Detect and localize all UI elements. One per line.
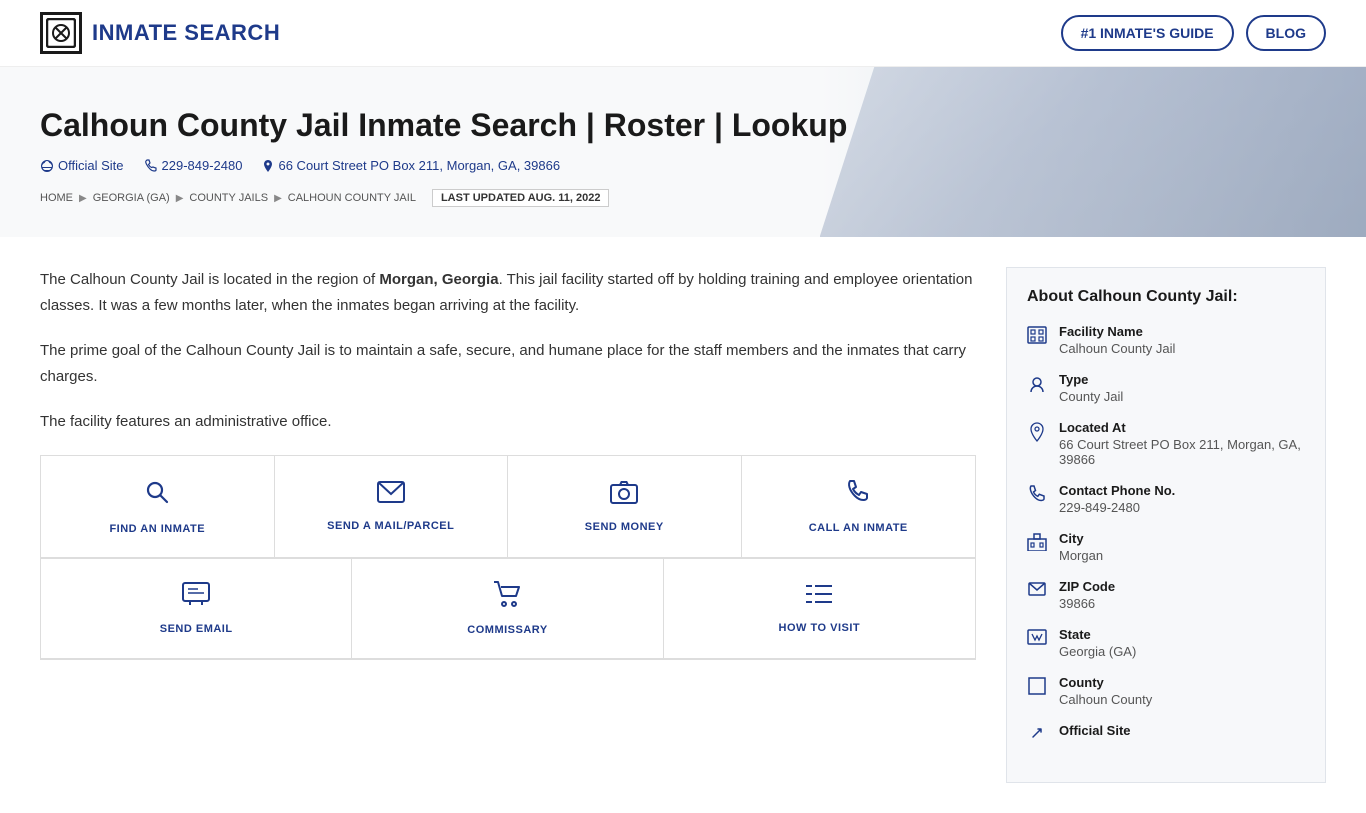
located-at-value: 66 Court Street PO Box 211, Morgan, GA, … [1059,437,1305,467]
phone-link[interactable]: 229-849-2480 [144,158,243,173]
send-email-action[interactable]: SEND EMAIL [41,559,352,659]
facility-name-value: Calhoun County Jail [1059,341,1175,356]
official-site-sidebar-label: Official Site [1059,723,1131,738]
mail-icon [377,481,405,510]
contact-phone-row: Contact Phone No. 229-849-2480 [1027,483,1305,515]
breadcrumb-sep-2: ▶ [176,193,184,204]
city-icon [1027,533,1047,556]
logo-text: INMATE SEARCH [92,20,280,46]
inmates-guide-button[interactable]: #1 INMATE'S GUIDE [1061,15,1234,51]
list-icon [806,583,832,612]
find-inmate-action[interactable]: FIND AN INMATE [41,456,275,558]
address-text: 66 Court Street PO Box 211, Morgan, GA, … [278,158,560,173]
breadcrumb-sep-3: ▶ [274,193,282,204]
action-grid-row1: FIND AN INMATE SEND A MAIL/PARCEL [40,455,976,559]
phone-number: 229-849-2480 [162,158,243,173]
send-email-label: SEND EMAIL [160,623,233,635]
type-label: Type [1059,372,1123,387]
header: INMATE SEARCH #1 INMATE'S GUIDE BLOG [0,0,1366,67]
city-value: Morgan [1059,548,1103,563]
type-row: Type County Jail [1027,372,1305,404]
camera-icon [610,480,638,511]
city-row: City Morgan [1027,531,1305,563]
city-label: City [1059,531,1103,546]
address-item: 66 Court Street PO Box 211, Morgan, GA, … [262,158,560,173]
official-site-row: Official Site [1027,723,1305,746]
facility-name-row: Facility Name Calhoun County Jail [1027,324,1305,356]
contact-phone-icon [1027,485,1047,508]
breadcrumb-county-jails[interactable]: COUNTY JAILS [189,192,268,204]
how-to-visit-label: HOW TO VISIT [779,622,861,634]
description: The Calhoun County Jail is located in th… [40,267,976,435]
how-to-visit-action[interactable]: HOW TO VISIT [664,559,975,659]
paragraph-3: The facility features an administrative … [40,409,976,435]
paragraph-2: The prime goal of the Calhoun County Jai… [40,338,976,389]
breadcrumb-home[interactable]: HOME [40,192,73,204]
county-label: County [1059,675,1152,690]
message-icon [182,582,210,613]
search-icon [143,478,171,513]
breadcrumb: HOME ▶ GEORGIA (GA) ▶ COUNTY JAILS ▶ CAL… [40,189,1326,207]
send-mail-action[interactable]: SEND A MAIL/PARCEL [275,456,509,558]
send-money-action[interactable]: SEND MONEY [508,456,742,558]
header-nav: #1 INMATE'S GUIDE BLOG [1061,15,1326,51]
main-container: The Calhoun County Jail is located in th… [0,237,1366,813]
find-inmate-label: FIND AN INMATE [109,523,205,535]
hero-meta: Official Site 229-849-2480 66 Court Stre… [40,158,1326,173]
zip-label: ZIP Code [1059,579,1115,594]
official-site-icon [1027,725,1047,746]
type-value: County Jail [1059,389,1123,404]
breadcrumb-current: CALHOUN COUNTY JAIL [288,192,416,204]
located-at-label: Located At [1059,420,1305,435]
commissary-action[interactable]: COMMISSARY [352,559,663,659]
county-value: Calhoun County [1059,692,1152,707]
zip-value: 39866 [1059,596,1115,611]
about-title: About Calhoun County Jail: [1027,288,1305,306]
state-label: State [1059,627,1136,642]
hero-background [820,67,1366,237]
official-site-label: Official Site [58,158,124,173]
official-site-link[interactable]: Official Site [40,158,124,173]
state-icon [1027,629,1047,650]
logo-link[interactable]: INMATE SEARCH [40,12,280,54]
contact-phone-value: 229-849-2480 [1059,500,1175,515]
state-row: State Georgia (GA) [1027,627,1305,659]
facility-icon [1027,326,1047,349]
send-money-label: SEND MONEY [585,521,664,533]
phone-icon [845,479,871,512]
call-inmate-action[interactable]: CALL AN INMATE [742,456,976,558]
location-icon [1027,422,1047,447]
facility-name-label: Facility Name [1059,324,1175,339]
type-icon [1027,374,1047,399]
hero-section: Calhoun County Jail Inmate Search | Rost… [0,67,1366,237]
contact-phone-label: Contact Phone No. [1059,483,1175,498]
content-area: The Calhoun County Jail is located in th… [40,267,976,783]
zip-icon [1027,581,1047,602]
county-icon [1027,677,1047,700]
action-grid-row2: SEND EMAIL COMMISSARY [40,559,976,660]
commissary-label: COMMISSARY [467,624,547,636]
cart-icon [493,581,521,614]
located-at-row: Located At 66 Court Street PO Box 211, M… [1027,420,1305,467]
breadcrumb-sep-1: ▶ [79,193,87,204]
blog-button[interactable]: BLOG [1246,15,1326,51]
state-value: Georgia (GA) [1059,644,1136,659]
call-inmate-label: CALL AN INMATE [809,522,908,534]
last-updated-badge: LAST UPDATED AUG. 11, 2022 [432,189,610,207]
sidebar: About Calhoun County Jail: Facility Name… [1006,267,1326,783]
page-title: Calhoun County Jail Inmate Search | Rost… [40,107,1326,144]
about-card: About Calhoun County Jail: Facility Name… [1006,267,1326,783]
breadcrumb-georgia[interactable]: GEORGIA (GA) [93,192,170,204]
zip-code-row: ZIP Code 39866 [1027,579,1305,611]
county-row: County Calhoun County [1027,675,1305,707]
paragraph-1: The Calhoun County Jail is located in th… [40,267,976,318]
send-mail-label: SEND A MAIL/PARCEL [327,520,454,532]
logo-icon [40,12,82,54]
